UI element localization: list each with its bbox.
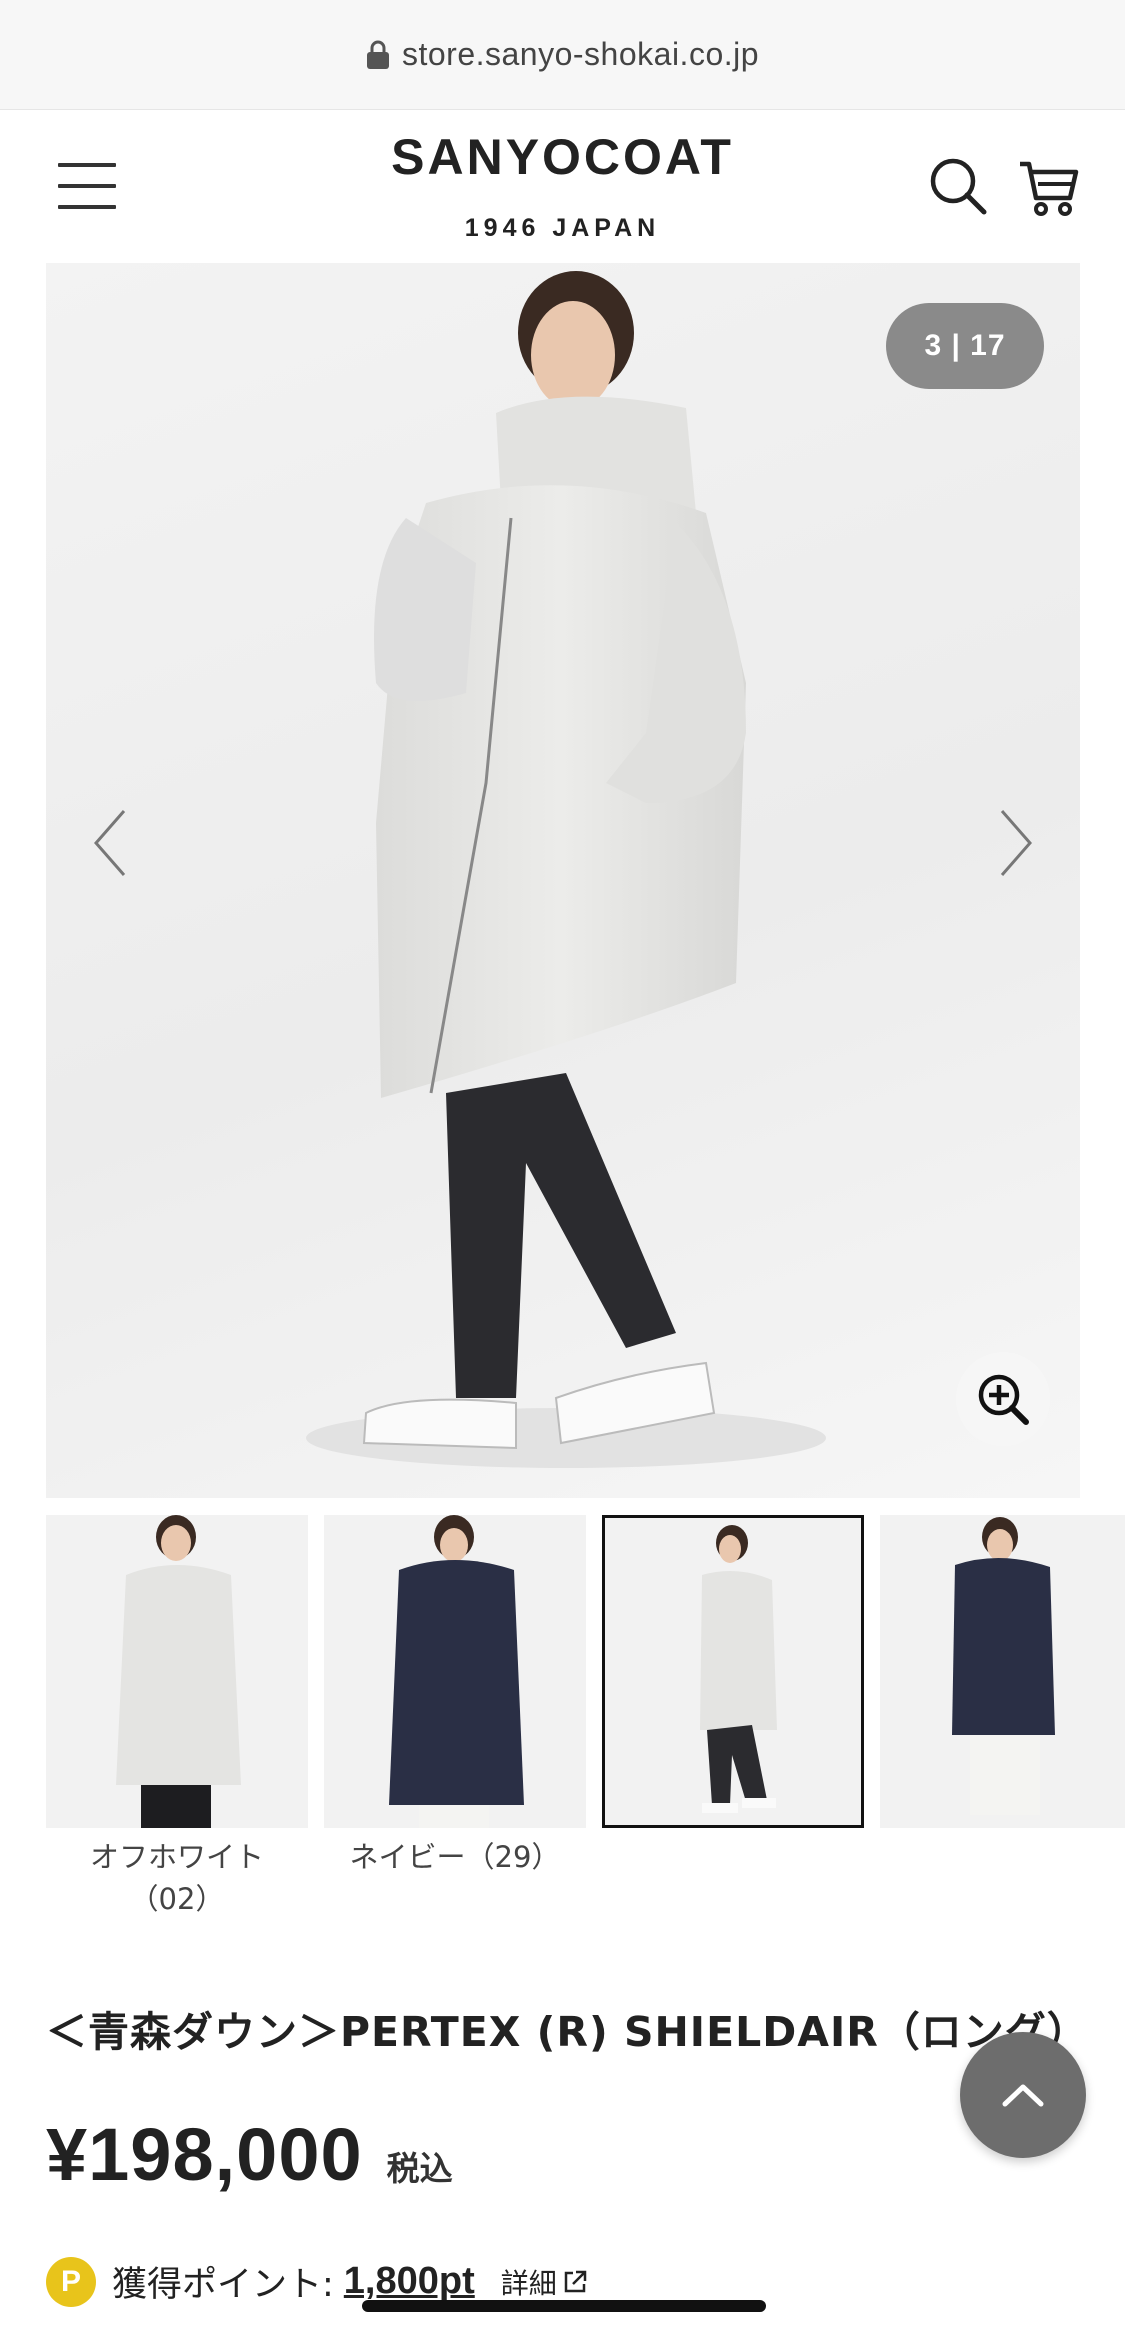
thumbnail-label: ネイビー（29） [349, 1840, 561, 1874]
points-value: 1,800pt [343, 2260, 475, 2302]
thumbnail-label: オフホワイト （02） [89, 1840, 264, 1916]
scroll-to-top-button[interactable] [960, 2032, 1086, 2158]
thumbnail-image [880, 1515, 1125, 1828]
thumbnail-navy-2[interactable] [880, 1515, 1125, 1836]
thumbnail-strip: オフホワイト （02） ネイビー（29） [46, 1515, 1125, 1916]
thumbnail-image [324, 1515, 586, 1828]
product-price: ¥198,000 [46, 2113, 363, 2196]
chevron-up-icon [1002, 2084, 1044, 2107]
lock-icon [366, 40, 390, 70]
points-icon: P [46, 2256, 96, 2307]
chevron-right-icon[interactable] [990, 803, 1040, 883]
site-header: SANYOCOAT 1946 JAPAN [0, 110, 1125, 260]
search-icon[interactable] [928, 156, 990, 218]
browser-url-bar[interactable]: store.sanyo-shokai.co.jp [0, 0, 1125, 110]
external-link-icon [564, 2270, 587, 2292]
thumbnail-image [602, 1515, 864, 1828]
price-row: ¥198,000 税込 [46, 2112, 453, 2197]
zoom-in-icon [978, 1374, 1029, 1425]
points-detail-link[interactable]: 詳細 [501, 2262, 589, 2302]
thumbnail-selected[interactable] [602, 1515, 864, 1836]
home-indicator [362, 2300, 766, 2312]
thumbnail-image [46, 1515, 308, 1828]
product-title: ＜青森ダウン＞PERTEX (R) SHIELDAIR（ロング） [46, 2008, 1089, 2056]
thumbnail-offwhite[interactable]: オフホワイト （02） [46, 1515, 308, 1920]
image-counter: 3 | 17 [886, 303, 1044, 389]
points-label: 獲得ポイント: [112, 2265, 334, 2305]
tax-label: 税込 [386, 2149, 453, 2188]
points-detail-label: 詳細 [500, 2266, 557, 2300]
cart-icon[interactable] [1018, 158, 1080, 218]
zoom-in-button[interactable] [956, 1352, 1050, 1446]
thumbnail-navy[interactable]: ネイビー（29） [324, 1515, 586, 1878]
model-photo [306, 271, 826, 1468]
chevron-left-icon[interactable] [86, 803, 136, 883]
logo-subtitle: 1946 JAPAN [464, 214, 661, 242]
url-text: store.sanyo-shokai.co.jp [401, 36, 760, 72]
product-main-image[interactable]: 3 | 17 [46, 263, 1080, 1498]
